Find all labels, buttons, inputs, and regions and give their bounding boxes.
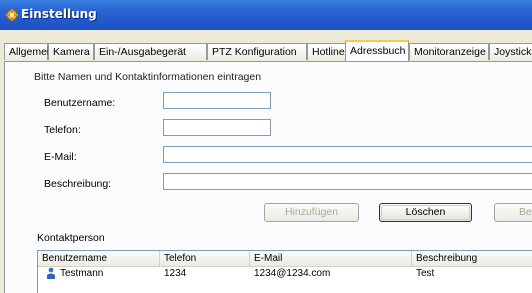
table-row[interactable]: Testmann 1234 1234@1234.com Test — [38, 266, 532, 280]
contacts-section-label: Kontaktperson — [37, 232, 105, 244]
edit-button[interactable]: Be — [494, 203, 532, 222]
phone-label: Telefon: — [44, 124, 81, 136]
tab-ptz-konfiguration[interactable]: PTZ Konfiguration — [207, 43, 307, 60]
tab-hotline[interactable]: Hotline — [307, 43, 347, 60]
description-input[interactable] — [163, 173, 532, 190]
tab-joystick[interactable]: Joystick — [489, 43, 532, 60]
username-input[interactable] — [163, 92, 271, 109]
delete-button[interactable]: Löschen — [379, 203, 472, 222]
phone-input[interactable] — [163, 119, 271, 136]
contacts-list[interactable]: Benutzername Telefon E-Mail Beschreibung… — [37, 250, 532, 293]
settings-app-icon — [6, 9, 18, 21]
contacts-list-header: Benutzername Telefon E-Mail Beschreibung — [38, 251, 532, 267]
column-header-phone[interactable]: Telefon — [160, 251, 250, 266]
tab-monitoranzeige[interactable]: Monitoranzeige — [409, 43, 489, 60]
title-bar[interactable]: Einstellung — [0, 0, 532, 31]
intro-text: Bitte Namen und Kontaktinformationen ein… — [34, 71, 262, 83]
contact-description: Test — [416, 268, 435, 279]
window-title: Einstellung — [21, 7, 97, 21]
tab-kamera[interactable]: Kamera — [48, 43, 94, 60]
tab-allgemein[interactable]: Allgemein — [4, 43, 55, 60]
email-input[interactable] — [163, 146, 532, 163]
description-label: Beschreibung: — [44, 178, 112, 190]
user-icon — [47, 267, 55, 279]
contact-name: Testmann — [60, 268, 104, 279]
username-label: Benutzername: — [44, 97, 116, 109]
add-button[interactable]: Hinzufügen — [264, 203, 359, 222]
column-header-username[interactable]: Benutzername — [38, 251, 160, 266]
tab-adressbuch[interactable]: Adressbuch — [345, 40, 409, 61]
contact-phone: 1234 — [164, 268, 187, 279]
email-label: E-Mail: — [44, 151, 77, 163]
column-header-email[interactable]: E-Mail — [250, 251, 412, 266]
tab-ein-ausgabegeraet[interactable]: Ein-/Ausgabegerät — [94, 43, 207, 60]
column-header-description[interactable]: Beschreibung — [412, 251, 532, 266]
contact-email: 1234@1234.com — [254, 268, 331, 279]
settings-window: Einstellung Allgemein Kamera Ein-/Ausgab… — [0, 0, 532, 293]
